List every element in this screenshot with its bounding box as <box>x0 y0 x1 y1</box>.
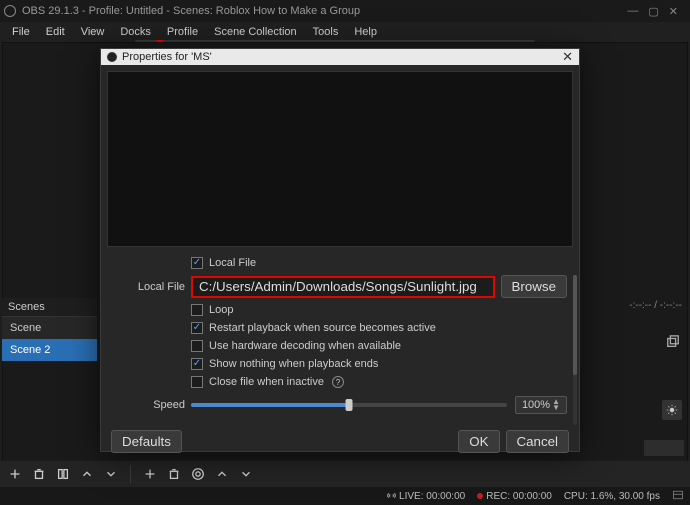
window-title: OBS 29.1.3 - Profile: Untitled - Scenes:… <box>22 5 360 17</box>
maximize-button[interactable]: ▢ <box>648 5 658 18</box>
minimize-button[interactable]: — <box>627 5 638 18</box>
properties-dialog: Properties for 'MS' ✕ Local File Local F… <box>100 48 580 452</box>
dialog-title-bar[interactable]: Properties for 'MS' ✕ <box>101 49 579 65</box>
hw-decode-label: Use hardware decoding when available <box>209 340 401 352</box>
defaults-button[interactable]: Defaults <box>111 430 182 453</box>
menu-file[interactable]: File <box>4 24 38 40</box>
local-file-checkbox[interactable] <box>191 257 203 269</box>
status-cpu: CPU: 1.6%, 30.00 fps <box>564 491 660 502</box>
menu-docks[interactable]: Docks <box>112 24 159 40</box>
loop-label: Loop <box>209 304 233 316</box>
close-file-label: Close file when inactive <box>209 376 324 388</box>
restart-label: Restart playback when source becomes act… <box>209 322 436 334</box>
add-source-button[interactable] <box>141 465 159 483</box>
scene-item[interactable]: Scene <box>2 317 97 339</box>
source-tools <box>141 465 255 483</box>
dialog-scrollbar[interactable] <box>573 275 577 425</box>
duration-label: -:--:-- / -:--:-- <box>586 298 686 313</box>
restart-checkbox[interactable] <box>191 322 203 334</box>
source-down-button[interactable] <box>237 465 255 483</box>
menu-bar: File Edit View Docks Profile Scene Colle… <box>0 22 690 42</box>
menu-tools[interactable]: Tools <box>305 24 347 40</box>
remove-scene-button[interactable] <box>30 465 48 483</box>
cancel-button[interactable]: Cancel <box>506 430 570 453</box>
help-icon[interactable]: ? <box>332 376 344 388</box>
pop-out-icon[interactable] <box>666 335 680 352</box>
status-rec: REC: 00:00:00 <box>477 491 552 502</box>
obs-icon <box>4 5 16 17</box>
local-file-label: Local File <box>101 281 191 293</box>
show-nothing-checkbox[interactable] <box>191 358 203 370</box>
close-button[interactable]: ✕ <box>669 5 678 18</box>
title-bar: OBS 29.1.3 - Profile: Untitled - Scenes:… <box>0 0 690 22</box>
close-file-checkbox[interactable] <box>191 376 203 388</box>
window-controls: — ▢ ✕ <box>627 5 686 18</box>
source-properties-button[interactable] <box>189 465 207 483</box>
scene-down-button[interactable] <box>102 465 120 483</box>
local-file-checkbox-label: Local File <box>209 257 256 269</box>
speed-slider[interactable] <box>191 403 507 407</box>
show-nothing-label: Show nothing when playback ends <box>209 358 378 370</box>
menu-profile[interactable]: Profile <box>159 24 206 40</box>
menu-help[interactable]: Help <box>346 24 385 40</box>
scene-item[interactable]: Scene 2 <box>2 339 97 361</box>
speed-value-spinner[interactable]: 100% ▲▼ <box>515 396 567 414</box>
ok-button[interactable]: OK <box>458 430 499 453</box>
status-live: LIVE: 00:00:00 <box>386 490 465 502</box>
dialog-footer: Defaults OK Cancel <box>101 424 579 459</box>
scene-up-button[interactable] <box>78 465 96 483</box>
dialog-icon <box>107 52 117 62</box>
media-preview <box>107 71 573 247</box>
remove-source-button[interactable] <box>165 465 183 483</box>
speed-label: Speed <box>101 399 191 411</box>
scene-filter-button[interactable] <box>54 465 72 483</box>
bottom-toolbar <box>0 461 690 487</box>
scene-tools <box>6 465 120 483</box>
dialog-close-button[interactable]: ✕ <box>562 49 573 65</box>
status-bar: LIVE: 00:00:00 REC: 00:00:00 CPU: 1.6%, … <box>0 487 690 505</box>
scenes-panel: Scenes Scene Scene 2 <box>2 298 97 361</box>
loop-checkbox[interactable] <box>191 304 203 316</box>
settings-gear-button[interactable] <box>662 400 682 420</box>
browse-button[interactable]: Browse <box>501 275 567 298</box>
add-scene-button[interactable] <box>6 465 24 483</box>
hw-decode-checkbox[interactable] <box>191 340 203 352</box>
mixer-panel-stub: -:--:-- / -:--:-- <box>586 298 686 356</box>
menu-edit[interactable]: Edit <box>38 24 73 40</box>
dock-toggle-icon[interactable] <box>672 489 684 504</box>
source-up-button[interactable] <box>213 465 231 483</box>
truncated-button[interactable] <box>644 440 684 456</box>
menu-scene-collection[interactable]: Scene Collection <box>206 24 305 40</box>
dialog-title: Properties for 'MS' <box>122 51 212 63</box>
separator <box>130 465 131 483</box>
local-file-input[interactable] <box>191 276 495 298</box>
menu-view[interactable]: View <box>73 24 113 40</box>
scenes-header: Scenes <box>2 298 97 317</box>
